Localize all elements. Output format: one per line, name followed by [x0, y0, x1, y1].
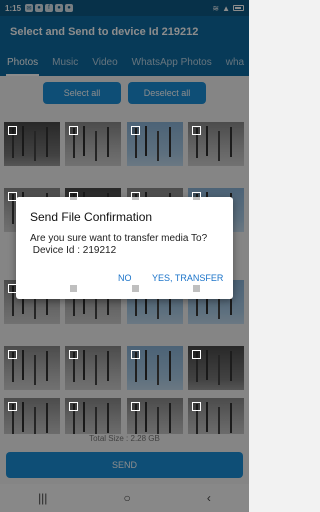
yes-transfer-button[interactable]: YES, TRANSFER — [152, 273, 223, 283]
checkbox[interactable] — [192, 192, 201, 201]
dialog-device-line: Device Id : 219212 — [30, 245, 117, 256]
checkbox[interactable] — [131, 126, 140, 135]
checkbox[interactable] — [131, 284, 140, 293]
checkbox[interactable] — [131, 350, 140, 359]
checkbox[interactable] — [69, 402, 78, 411]
checkbox[interactable] — [69, 284, 78, 293]
checkbox[interactable] — [69, 350, 78, 359]
dialog-message: Are you sure want to transfer media To? … — [30, 233, 225, 257]
checkbox[interactable] — [69, 126, 78, 135]
checkbox[interactable] — [69, 192, 78, 201]
checkbox[interactable] — [8, 126, 17, 135]
checkbox[interactable] — [192, 284, 201, 293]
checkbox[interactable] — [192, 126, 201, 135]
checkbox[interactable] — [8, 192, 17, 201]
checkbox[interactable] — [8, 402, 17, 411]
checkbox[interactable] — [192, 350, 201, 359]
dialog-message-line: Are you sure want to transfer media To? — [30, 233, 208, 244]
checkbox[interactable] — [192, 402, 201, 411]
checkbox[interactable] — [131, 402, 140, 411]
checkbox[interactable] — [8, 350, 17, 359]
dialog-title: Send File Confirmation — [30, 210, 153, 224]
checkbox[interactable] — [131, 192, 140, 201]
no-button[interactable]: NO — [118, 273, 132, 283]
checkbox[interactable] — [8, 284, 17, 293]
